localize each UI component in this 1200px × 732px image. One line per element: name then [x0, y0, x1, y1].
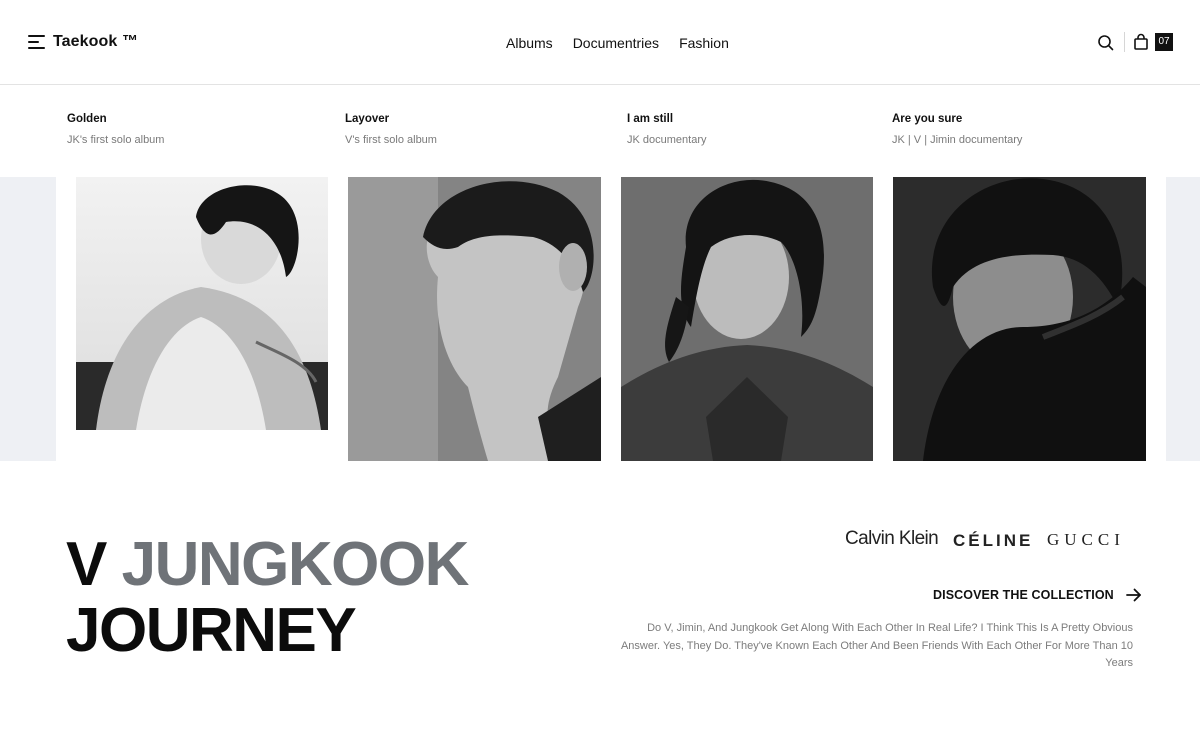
- product-title[interactable]: Golden: [67, 113, 164, 125]
- product-title[interactable]: Are you sure: [892, 113, 1022, 125]
- gallery-band-left: [0, 177, 56, 461]
- cart-count-badge[interactable]: 07: [1155, 33, 1173, 51]
- journey-description: Do V, Jimin, And Jungkook Get Along With…: [620, 622, 1133, 669]
- product-subtitle: JK's first solo album: [67, 134, 165, 146]
- product-title[interactable]: Layover: [345, 113, 437, 125]
- hero-word-jungkook: JUNGKOOK: [121, 530, 470, 599]
- header-divider: [1124, 32, 1125, 52]
- product-photo-are-you-sure[interactable]: [893, 177, 1146, 461]
- product-subtitle: JK | V | Jimin documentary: [892, 134, 1023, 146]
- nav-fashion[interactable]: Fashion: [679, 35, 729, 51]
- hero-word-v: V: [66, 530, 107, 599]
- brand-logo[interactable]: Taekook ™: [53, 33, 138, 51]
- product-caption-golden: Golden JK's first solo album: [67, 113, 164, 146]
- hero-heading: V JUNGKOOK JOURNEY: [66, 530, 470, 665]
- product-photo-i-am-still[interactable]: [621, 177, 873, 461]
- site-header: Taekook ™ Albums Documentries Fashion 07: [0, 0, 1200, 85]
- hamburger-menu-icon[interactable]: [28, 35, 45, 49]
- product-subtitle: JK documentary: [627, 134, 707, 146]
- hero-word-journey: JOURNEY: [66, 596, 357, 665]
- product-photo-layover[interactable]: [348, 177, 601, 461]
- nav-albums[interactable]: Albums: [506, 35, 553, 51]
- discover-collection-link[interactable]: DISCOVER THE COLLECTION: [933, 588, 1142, 602]
- discover-label: DISCOVER THE COLLECTION: [933, 588, 1114, 602]
- shopping-bag-icon[interactable]: [1133, 33, 1149, 51]
- search-icon[interactable]: [1097, 34, 1114, 51]
- product-photo-golden[interactable]: [76, 177, 328, 430]
- main-nav: Albums Documentries Fashion: [506, 35, 729, 51]
- arrow-right-icon: [1125, 588, 1141, 602]
- brand-logo-calvin-klein[interactable]: Calvin Klein: [845, 528, 939, 556]
- brand-logo-celine[interactable]: CÉLINE: [953, 531, 1033, 559]
- gallery-band-right: [1166, 177, 1200, 461]
- nav-documentries[interactable]: Documentries: [573, 35, 659, 51]
- brand-logo-gucci[interactable]: GUCCI: [1047, 530, 1125, 558]
- product-subtitle: V's first solo album: [345, 134, 437, 146]
- product-caption-i-am-still: I am still JK documentary: [627, 113, 706, 146]
- product-caption-layover: Layover V's first solo album: [345, 113, 437, 146]
- product-title[interactable]: I am still: [627, 113, 706, 125]
- product-caption-are-you-sure: Are you sure JK | V | Jimin documentary: [892, 113, 1022, 146]
